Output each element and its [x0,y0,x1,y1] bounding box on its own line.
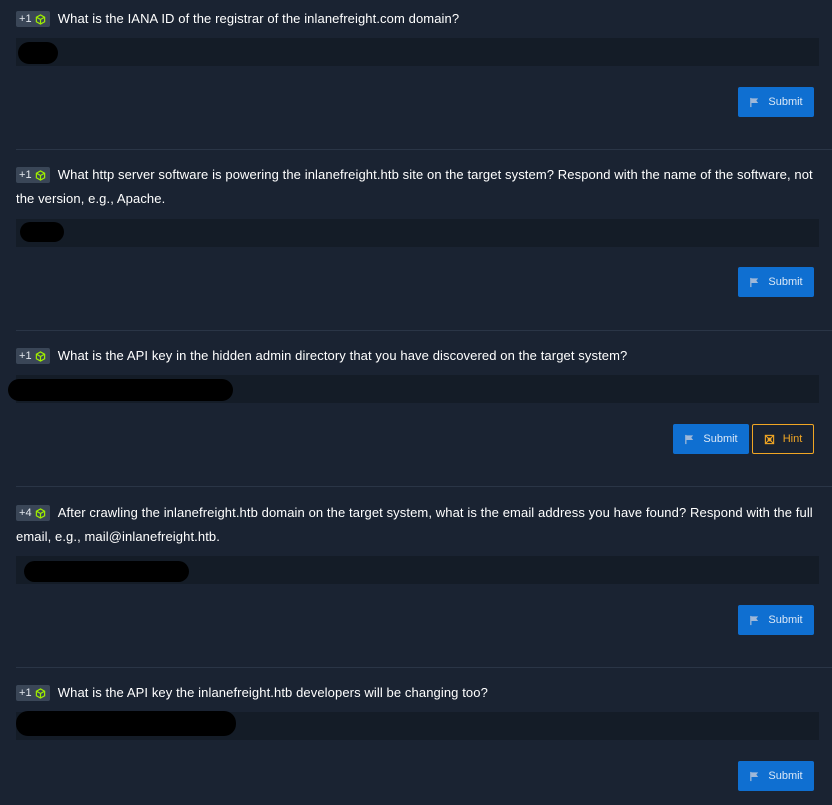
points-badge: +4 [16,505,50,521]
question-3-text: +1 What is the API key in the hidden admi… [16,344,822,368]
flag-icon [750,771,759,781]
points-badge: +1 [16,685,50,701]
points-badge: +1 [16,11,50,27]
divider [16,667,832,668]
answer-input-2[interactable] [16,219,819,247]
cube-icon [35,13,45,25]
cube-icon [35,507,45,519]
submit-button-2[interactable]: Submit [738,267,814,297]
hint-label: Hint [782,433,803,445]
redaction-mark [24,561,189,582]
submit-label: Submit [703,433,738,445]
redaction-mark [18,42,58,64]
points-value: +1 [19,687,32,699]
question-4-text: +4 After crawling the inlanefreight.htb d… [16,501,822,549]
flag-icon [750,277,759,287]
points-value: +4 [19,507,32,519]
submit-label: Submit [768,770,803,782]
submit-label: Submit [768,276,803,288]
question-1-text: +1 What is the IANA ID of the registrar o… [16,7,822,31]
divider [16,486,832,487]
points-value: +1 [19,13,32,25]
question-text: What http server software is powering th… [16,167,813,206]
submit-button-1[interactable]: Submit [738,87,814,117]
question-5-text: +1 What is the API key the inlanefreight.… [16,681,822,705]
flag-icon [685,434,694,444]
points-value: +1 [19,169,32,181]
question-2-text: +1 What http server software is powering … [16,163,822,211]
question-text: What is the API key the inlanefreight.ht… [57,685,488,700]
submit-label: Submit [768,96,803,108]
redaction-mark [20,222,64,242]
hint-button[interactable]: Hint [752,424,814,454]
flag-icon [750,97,759,107]
divider [16,149,832,150]
question-text: After crawling the inlanefreight.htb dom… [16,505,813,544]
cube-icon [35,169,45,181]
submit-button-4[interactable]: Submit [738,605,814,635]
question-text: What is the API key in the hidden admin … [57,348,628,363]
flag-icon [750,615,759,625]
submit-button-5[interactable]: Submit [738,761,814,791]
redaction-mark [8,379,233,401]
hint-icon [764,434,774,444]
points-value: +1 [19,350,32,362]
answer-input-1[interactable] [16,38,819,66]
cube-icon [35,350,45,362]
redaction-mark [16,711,236,736]
cube-icon [35,687,45,699]
points-badge: +1 [16,348,50,364]
submit-label: Submit [768,614,803,626]
divider [16,330,832,331]
submit-button-3[interactable]: Submit [673,424,749,454]
points-badge: +1 [16,167,50,183]
question-text: What is the IANA ID of the registrar of … [57,11,460,26]
